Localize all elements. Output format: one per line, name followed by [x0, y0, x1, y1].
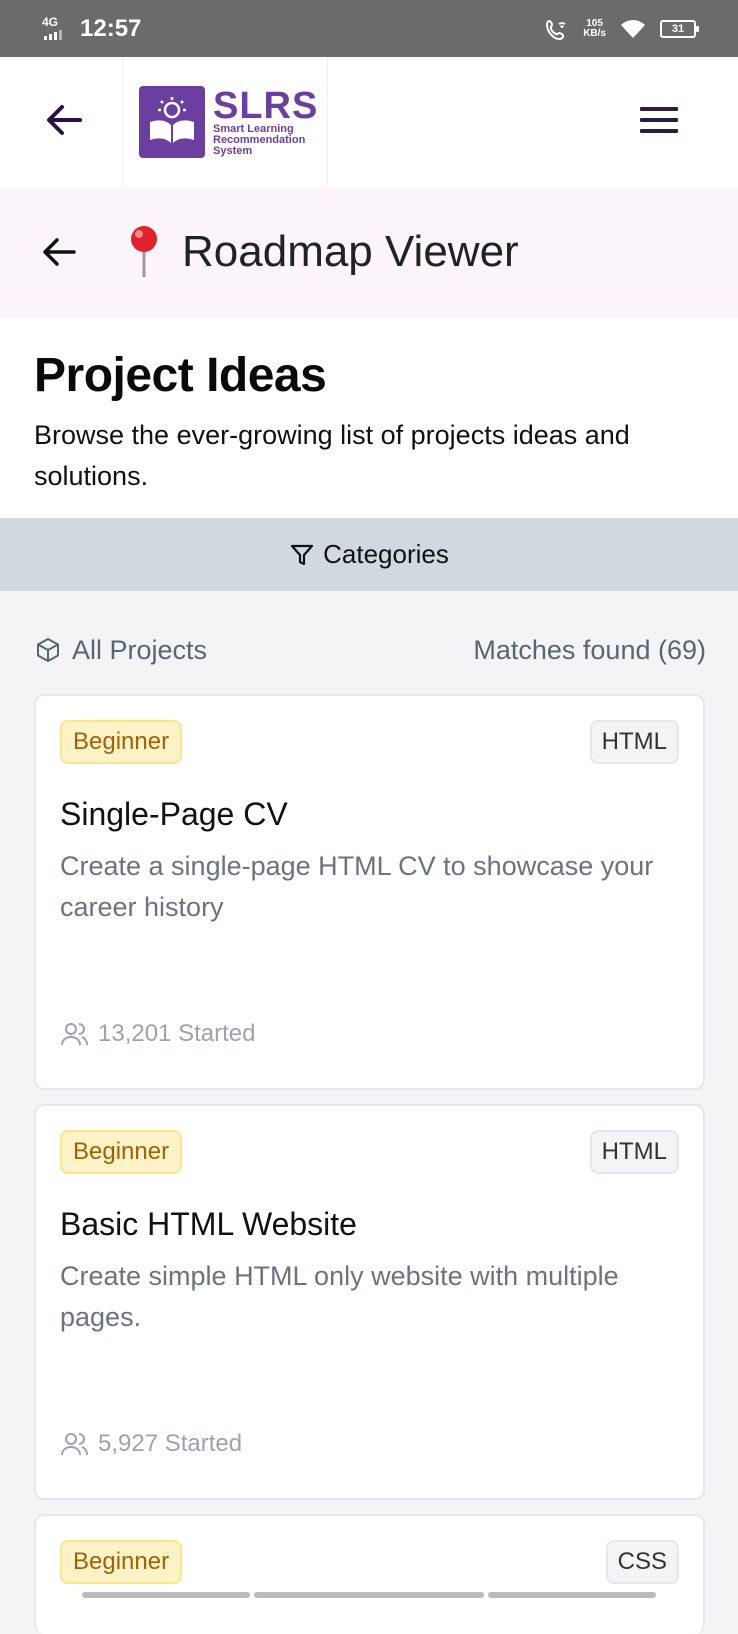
network-speed: 105 KB/s [583, 17, 606, 39]
home-indicator [254, 1592, 484, 1598]
home-indicator [82, 1592, 250, 1598]
status-time: 12:57 [80, 14, 142, 42]
tech-tag: HTML [589, 720, 679, 764]
book-lightbulb-icon [139, 86, 205, 158]
categories-button[interactable]: Categories [0, 518, 738, 591]
project-description: Create simple HTML only website with mul… [60, 1261, 619, 1332]
level-badge: Beginner [60, 720, 183, 764]
section-heading: Project Ideas [34, 349, 327, 402]
level-badge: Beginner [60, 1130, 183, 1174]
hamburger-menu-icon[interactable] [640, 107, 678, 135]
page-title: Roadmap Viewer [182, 227, 519, 276]
all-projects-filter[interactable]: All Projects [34, 635, 207, 666]
intro-section: Project Ideas Browse the ever-growing li… [0, 318, 738, 518]
list-header: All Projects Matches found (69) [34, 630, 706, 670]
signal-icon: 4G [42, 16, 76, 42]
project-title: Basic HTML Website [60, 1206, 357, 1242]
pushpin-icon [131, 226, 157, 277]
back-arrow-icon[interactable] [44, 103, 84, 137]
users-icon [61, 1023, 88, 1046]
app-header: SLRS Smart Learning Recommendation Syste… [0, 57, 738, 187]
status-bar: 4G 12:57 105 KB/s 31 [0, 0, 738, 57]
project-title: Single-Page CV [60, 796, 288, 832]
project-card[interactable]: Beginner HTML Single-Page CV Create a si… [34, 694, 705, 1090]
started-count: 13,201 Started [60, 1020, 255, 1048]
tech-tag: CSS [605, 1540, 679, 1584]
roadmap-viewer-bar: Roadmap Viewer [0, 187, 738, 318]
level-badge: Beginner [60, 1540, 183, 1584]
logo-title: SLRS [213, 84, 319, 127]
started-count: 5,927 Started [60, 1430, 242, 1458]
tech-tag: HTML [589, 1130, 679, 1174]
logo-subtitle: Smart Learning Recommendation System [213, 122, 306, 157]
all-projects-label: All Projects [72, 634, 208, 665]
home-indicator [488, 1592, 656, 1598]
users-icon [61, 1433, 88, 1456]
call-wifi-icon [546, 19, 566, 40]
section-description: Browse the ever-growing list of projects… [34, 420, 630, 491]
back-arrow-icon[interactable] [40, 235, 78, 269]
wifi-icon [621, 19, 645, 38]
filter-icon [291, 544, 314, 565]
categories-label: Categories [323, 539, 449, 569]
project-card[interactable]: Beginner HTML Basic HTML Website Create … [34, 1104, 705, 1500]
project-description: Create a single-page HTML CV to showcase… [60, 851, 654, 922]
network-type: 4G [42, 14, 59, 29]
matches-count: Matches found (69) [473, 634, 706, 665]
project-card[interactable]: Beginner CSS [34, 1514, 705, 1634]
app-logo[interactable]: SLRS Smart Learning Recommendation Syste… [122, 57, 328, 187]
battery-icon: 31 [660, 19, 699, 38]
cube-icon [37, 638, 59, 662]
